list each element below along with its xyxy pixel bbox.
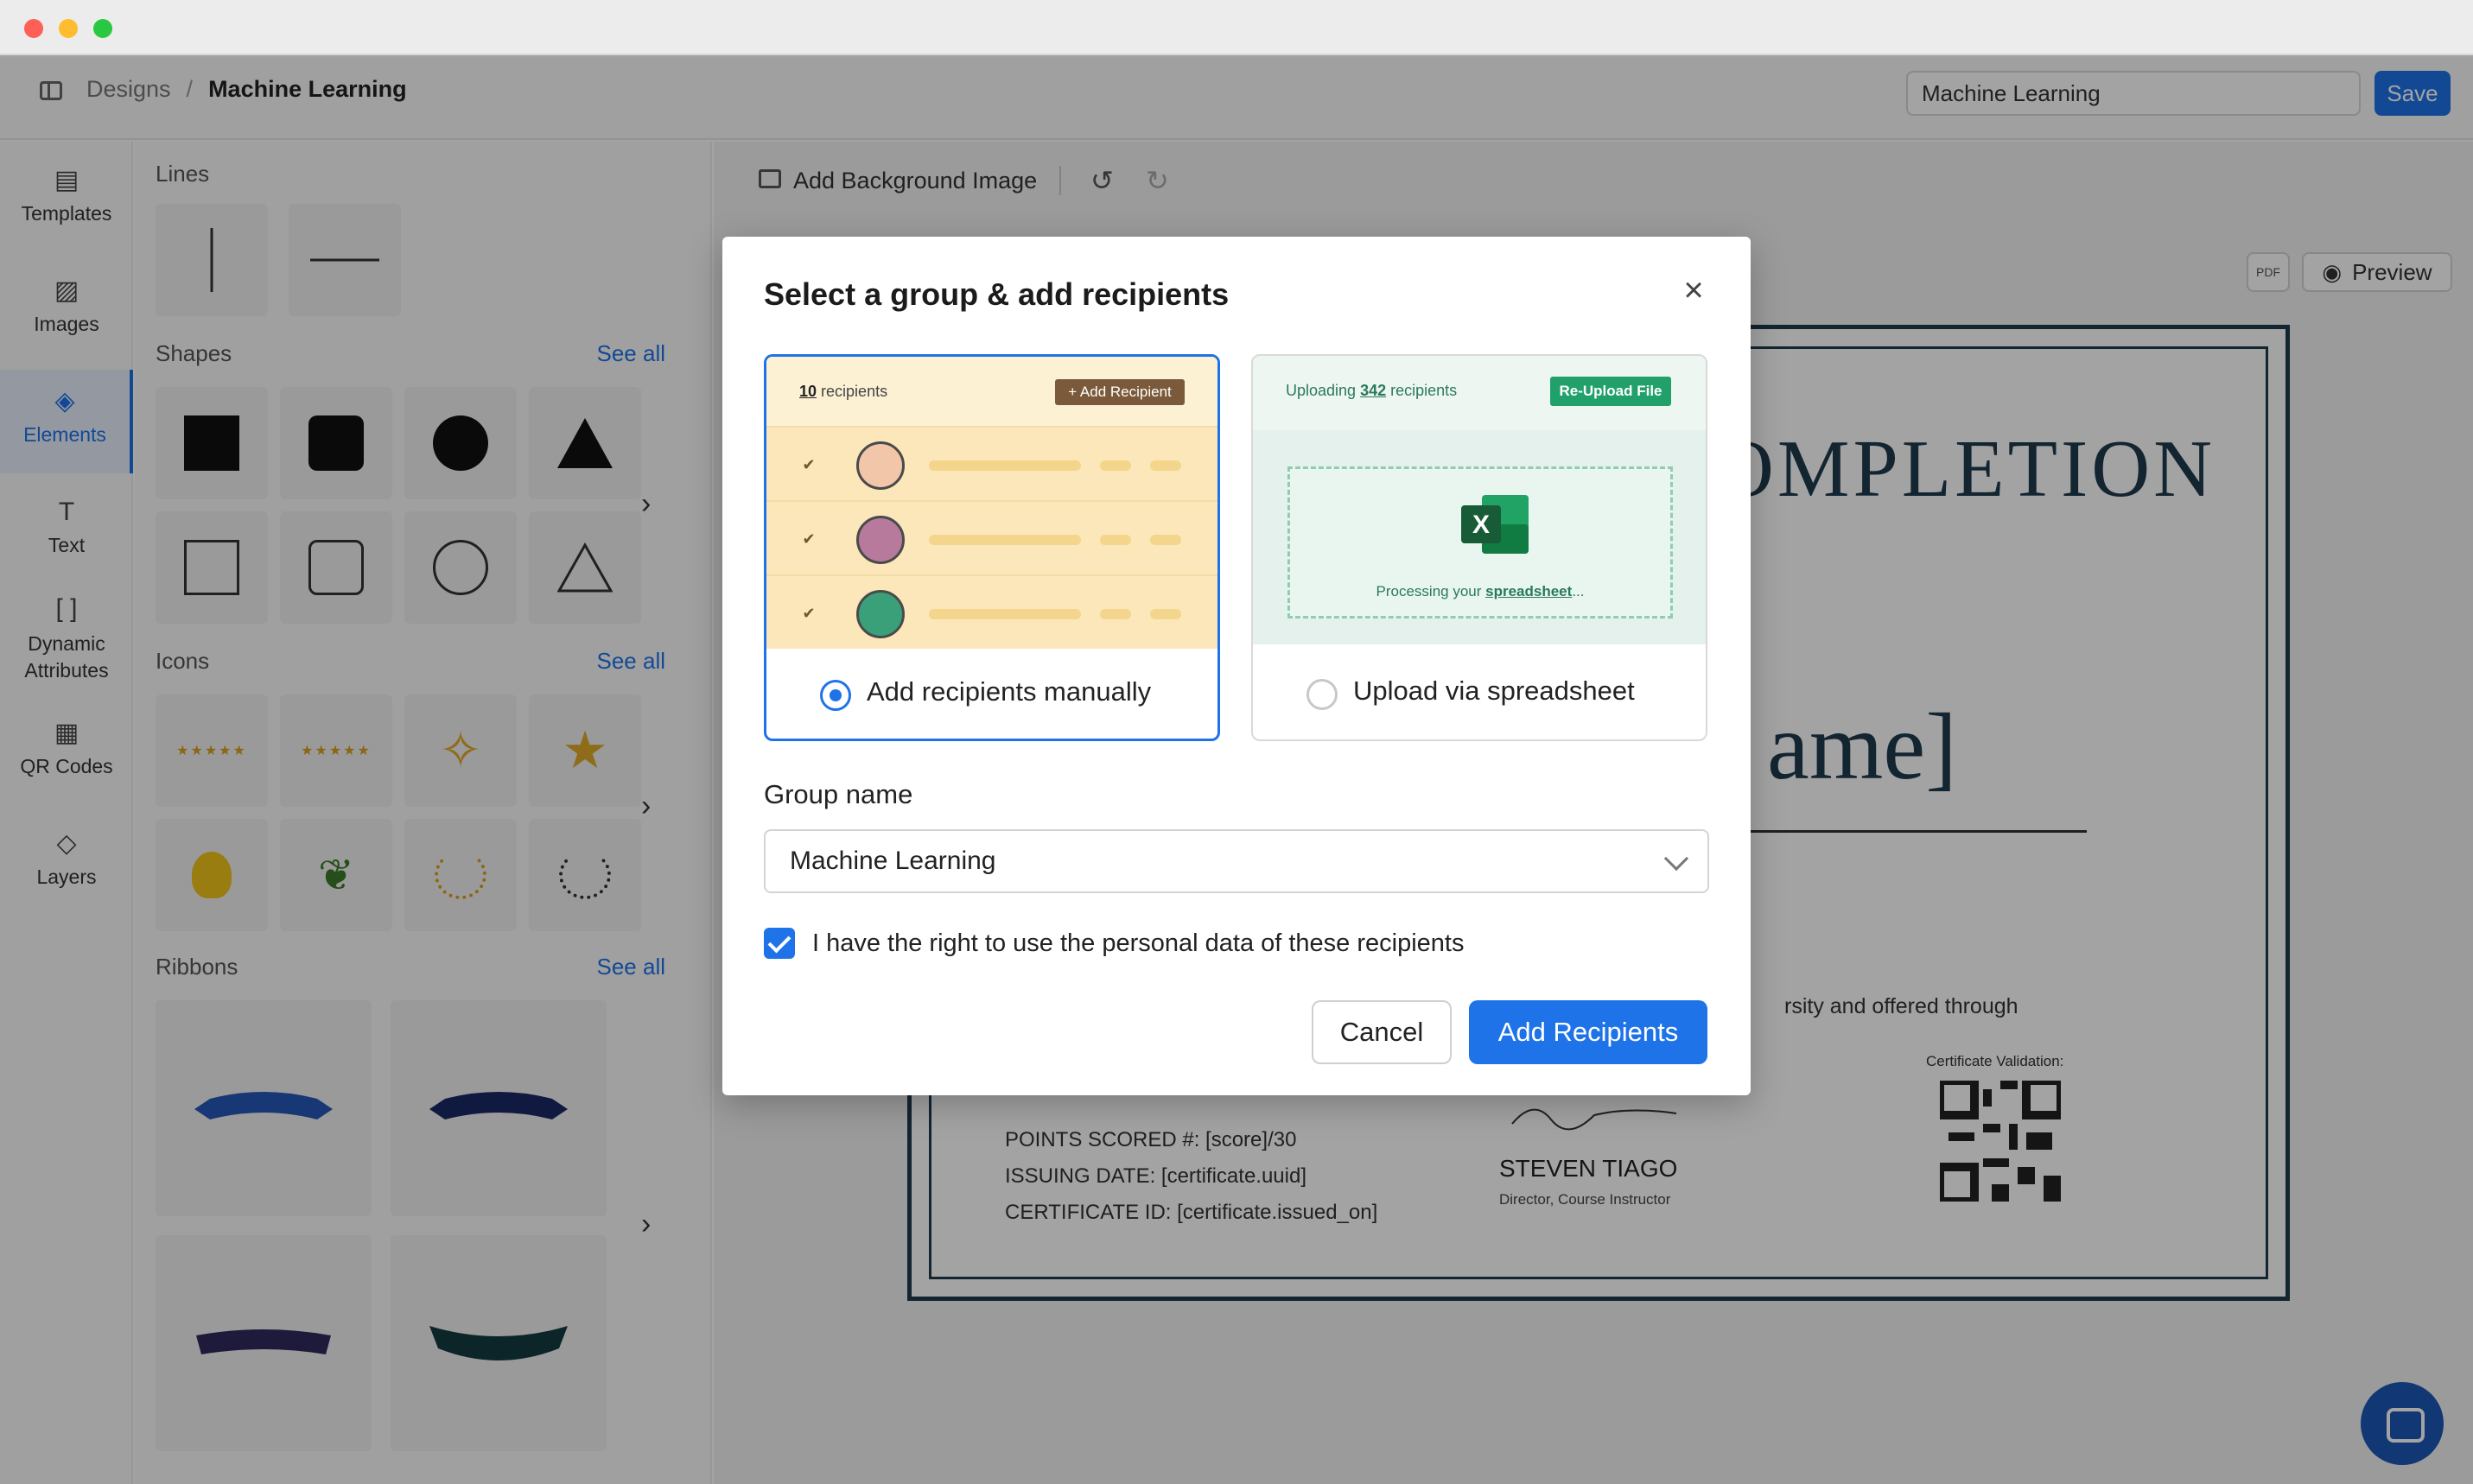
window-titlebar (0, 0, 2473, 55)
group-name-label: Group name (764, 779, 913, 809)
minimize-window-button[interactable] (59, 19, 78, 38)
manual-option-label: Add recipients manually (867, 676, 1152, 707)
checkbox-checked-icon: ✔ (802, 530, 816, 548)
manual-preview-header: 10 recipients + Add Recipient (766, 357, 1217, 426)
reupload-file-badge: Re-Upload File (1550, 377, 1671, 406)
manual-preview-row: ✔ (766, 500, 1217, 574)
spreadsheet-radio[interactable] (1306, 679, 1338, 710)
uploading-suffix: recipients (1390, 382, 1458, 399)
placeholder-bar (1100, 609, 1131, 619)
close-window-button[interactable] (24, 19, 43, 38)
checkbox-checked-icon: ✔ (802, 605, 816, 622)
avatar (856, 590, 905, 638)
placeholder-bar (929, 460, 1081, 471)
manual-count-suffix: recipients (821, 383, 888, 400)
svg-text:X: X (1472, 511, 1490, 539)
manual-count-number: 10 (799, 383, 817, 400)
placeholder-bar (1150, 609, 1181, 619)
placeholder-bar (929, 609, 1081, 619)
add-recipients-button[interactable]: Add Recipients (1469, 1000, 1707, 1064)
option-upload-spreadsheet[interactable]: Uploading 342 recipients Re-Upload File … (1251, 354, 1707, 741)
manual-preview-row: ✔ (766, 426, 1217, 500)
checkbox-checked-icon: ✔ (802, 456, 816, 473)
consent-checkbox[interactable] (764, 928, 795, 959)
avatar (856, 441, 905, 490)
placeholder-bar (929, 535, 1081, 545)
group-name-value: Machine Learning (790, 847, 996, 875)
close-icon[interactable]: × (1676, 273, 1711, 308)
processing-text: Processing your spreadsheet... (1290, 583, 1670, 600)
uploading-number: 342 (1360, 382, 1387, 399)
uploading-prefix: Uploading (1286, 382, 1357, 399)
maximize-window-button[interactable] (93, 19, 112, 38)
cancel-button[interactable]: Cancel (1312, 1000, 1452, 1064)
placeholder-bar (1100, 535, 1131, 545)
processing-suffix: ... (1572, 583, 1585, 599)
manual-radio[interactable] (820, 680, 851, 711)
group-name-select[interactable]: Machine Learning (764, 829, 1709, 893)
placeholder-bar (1100, 460, 1131, 471)
uploading-count: Uploading 342 recipients (1286, 382, 1457, 400)
manual-recipient-count: 10 recipients (799, 383, 887, 401)
processing-prefix: Processing your (1376, 583, 1482, 599)
option-add-manually[interactable]: 10 recipients + Add Recipient ✔ ✔ ✔ Add … (764, 354, 1220, 741)
spreadsheet-option-label: Upload via spreadsheet (1353, 675, 1635, 706)
add-recipient-badge: + Add Recipient (1055, 379, 1185, 405)
spreadsheet-drop-zone: X Processing your spreadsheet... (1287, 466, 1673, 618)
chevron-down-icon (1663, 846, 1689, 872)
avatar (856, 516, 905, 564)
manual-preview-illustration: 10 recipients + Add Recipient ✔ ✔ ✔ (766, 357, 1217, 649)
modal-title: Select a group & add recipients (764, 276, 1230, 312)
manual-preview-row: ✔ (766, 574, 1217, 649)
consent-label[interactable]: I have the right to use the personal dat… (812, 929, 1464, 958)
add-recipients-modal: Select a group & add recipients × 10 rec… (722, 237, 1751, 1095)
spreadsheet-preview-illustration: Uploading 342 recipients Re-Upload File … (1253, 356, 1706, 644)
processing-link: spreadsheet (1485, 583, 1573, 599)
excel-icon: X (1461, 495, 1529, 554)
spreadsheet-preview-header: Uploading 342 recipients Re-Upload File (1253, 356, 1706, 430)
placeholder-bar (1150, 535, 1181, 545)
placeholder-bar (1150, 460, 1181, 471)
